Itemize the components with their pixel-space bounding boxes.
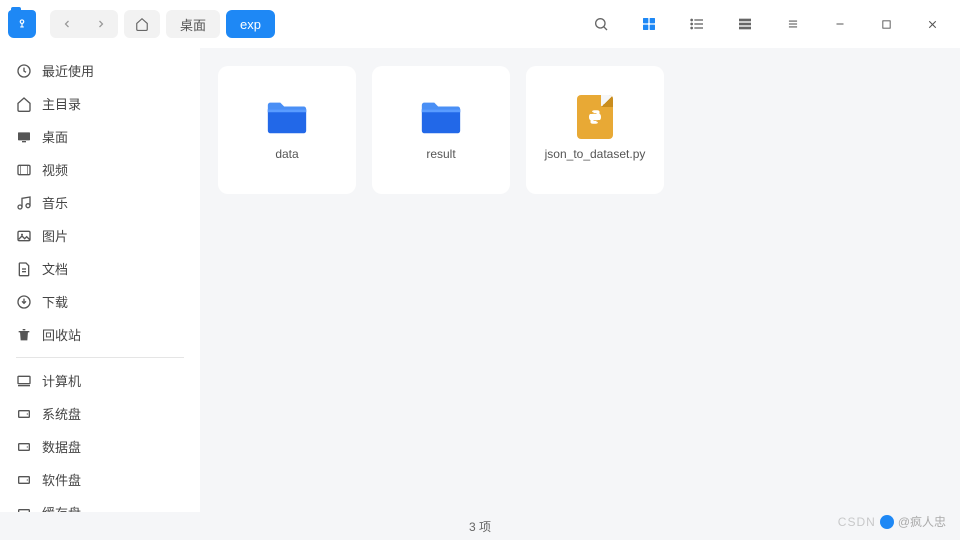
disk-icon [16, 406, 32, 422]
computer-icon [16, 373, 32, 389]
search-button[interactable] [580, 8, 622, 40]
file-label: result [420, 147, 461, 163]
video-icon [16, 162, 32, 178]
toolbar: 桌面 exp [0, 0, 960, 48]
file-grid: data result json_to_dataset.py [200, 48, 960, 512]
home-button[interactable] [124, 10, 160, 38]
sidebar-item[interactable]: 系统盘 [8, 397, 192, 430]
folder-icon [263, 97, 311, 137]
sidebar-item[interactable]: 下载 [8, 285, 192, 318]
sidebar-item[interactable]: 桌面 [8, 120, 192, 153]
back-button[interactable] [50, 10, 84, 38]
sidebar-item[interactable]: 软件盘 [8, 463, 192, 496]
disk-icon [16, 505, 32, 513]
watermark-text: @疯人忠 [898, 513, 946, 530]
maximize-button[interactable] [866, 8, 906, 40]
detail-icon [737, 16, 753, 32]
sidebar-item-label: 数据盘 [42, 437, 81, 456]
sidebar-item[interactable]: 音乐 [8, 186, 192, 219]
view-compact-button[interactable] [772, 8, 814, 40]
folder-icon [417, 97, 465, 137]
sidebar-item-label: 最近使用 [42, 61, 94, 80]
close-icon [926, 18, 939, 31]
sidebar-item[interactable]: 视频 [8, 153, 192, 186]
view-detail-button[interactable] [724, 8, 766, 40]
sidebar-item-label: 缓存盘 [42, 503, 81, 512]
trash-icon [16, 327, 32, 343]
chevron-left-icon [61, 18, 73, 30]
sidebar-item-label: 系统盘 [42, 404, 81, 423]
sidebar-item-label: 计算机 [42, 371, 81, 390]
document-icon [16, 261, 32, 277]
python-file-icon [571, 97, 619, 137]
forward-button[interactable] [84, 10, 118, 38]
list-icon [689, 16, 705, 32]
sidebar-item[interactable]: 回收站 [8, 318, 192, 351]
folder-item[interactable]: result [372, 66, 510, 194]
close-button[interactable] [912, 8, 952, 40]
breadcrumb-exp[interactable]: exp [226, 10, 275, 38]
sidebar-item[interactable]: 计算机 [8, 364, 192, 397]
sidebar: 最近使用主目录桌面视频音乐图片文档下载回收站计算机系统盘数据盘软件盘缓存盘8.3… [0, 48, 200, 512]
download-icon [16, 294, 32, 310]
search-icon [593, 16, 609, 32]
app-icon [8, 10, 36, 38]
sidebar-item[interactable]: 最近使用 [8, 54, 192, 87]
view-list-button[interactable] [676, 8, 718, 40]
sidebar-item-label: 视频 [42, 160, 68, 179]
breadcrumb-desktop[interactable]: 桌面 [166, 10, 220, 38]
file-label: json_to_dataset.py [539, 147, 652, 163]
sidebar-item[interactable]: 主目录 [8, 87, 192, 120]
disk-icon [16, 472, 32, 488]
compact-icon [786, 17, 800, 31]
sidebar-item-label: 音乐 [42, 193, 68, 212]
nav-group [50, 10, 118, 38]
minimize-icon [834, 18, 846, 30]
view-icon-button[interactable] [628, 8, 670, 40]
chevron-right-icon [95, 18, 107, 30]
folder-item[interactable]: data [218, 66, 356, 194]
desktop-icon [16, 129, 32, 145]
sidebar-item[interactable]: 文档 [8, 252, 192, 285]
sidebar-separator [16, 357, 184, 358]
watermark: CSDN @疯人忠 [838, 513, 946, 530]
clock-icon [16, 63, 32, 79]
sidebar-item[interactable]: 数据盘 [8, 430, 192, 463]
disk-icon [16, 439, 32, 455]
sidebar-item-label: 主目录 [42, 94, 81, 113]
music-icon [16, 195, 32, 211]
grid-icon [641, 16, 657, 32]
status-bar: 3 项 [0, 512, 960, 540]
status-text: 3 项 [469, 518, 491, 535]
sidebar-item-label: 图片 [42, 226, 68, 245]
home-icon [16, 96, 32, 112]
sidebar-item[interactable]: 图片 [8, 219, 192, 252]
home-icon [135, 17, 149, 31]
sidebar-item-label: 回收站 [42, 325, 81, 344]
sidebar-item-label: 下载 [42, 292, 68, 311]
sidebar-item-label: 桌面 [42, 127, 68, 146]
file-label: data [269, 147, 304, 163]
sidebar-item[interactable]: 缓存盘 [8, 496, 192, 512]
image-icon [16, 228, 32, 244]
minimize-button[interactable] [820, 8, 860, 40]
maximize-icon [881, 19, 892, 30]
sidebar-item-label: 软件盘 [42, 470, 81, 489]
file-item[interactable]: json_to_dataset.py [526, 66, 664, 194]
sidebar-item-label: 文档 [42, 259, 68, 278]
